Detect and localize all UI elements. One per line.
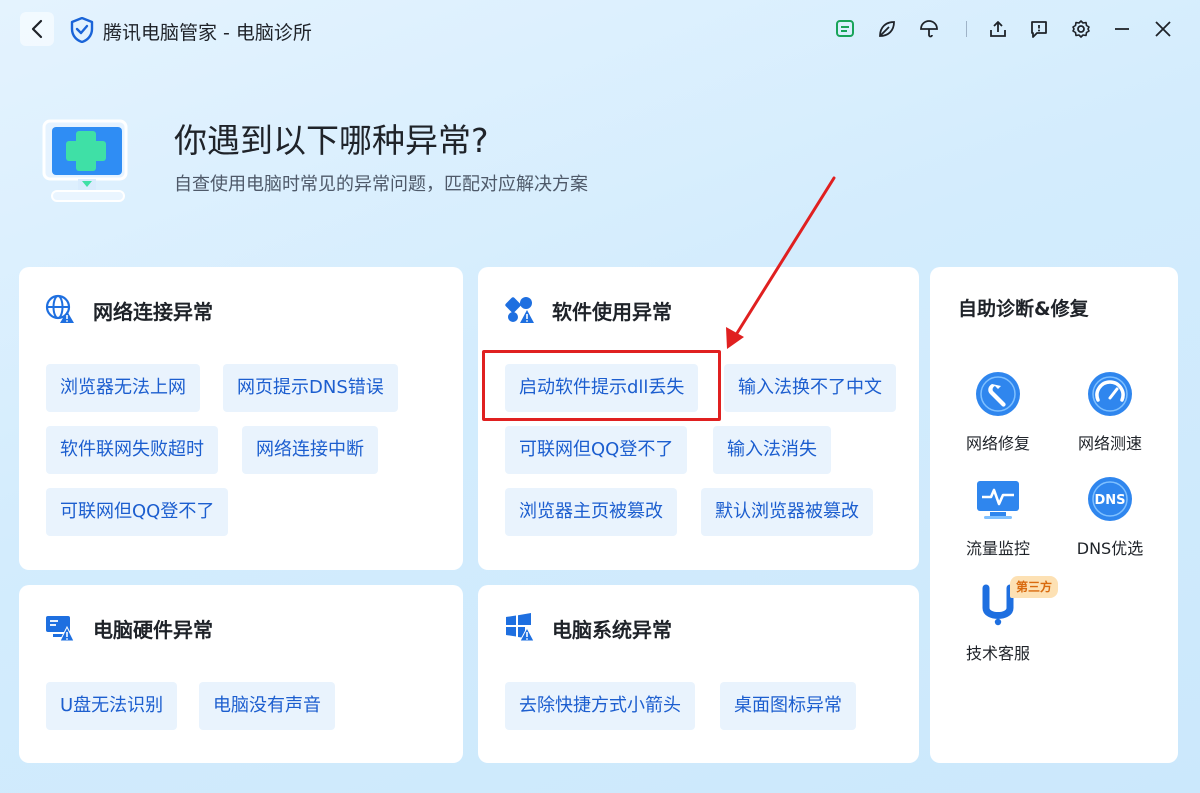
- dns-globe-icon: DNS: [1088, 477, 1132, 521]
- issue-chip[interactable]: 可联网但QQ登不了: [46, 488, 229, 536]
- software-apps-icon: [505, 297, 534, 323]
- share-button[interactable]: [986, 17, 1010, 41]
- umbrella-icon: [920, 20, 938, 38]
- network-repair-icon: [976, 372, 1020, 416]
- tool-label: 技术客服: [965, 644, 1030, 663]
- issue-chip[interactable]: 可联网但QQ登不了: [505, 426, 688, 474]
- issue-chip[interactable]: 默认浏览器被篡改: [701, 488, 873, 536]
- settings-button[interactable]: [1069, 17, 1093, 41]
- window-title: 腾讯电脑管家 - 电脑诊所: [103, 22, 312, 44]
- issue-chip[interactable]: 浏览器主页被篡改: [505, 488, 677, 536]
- shield-logo-icon: [70, 17, 94, 43]
- issue-chip[interactable]: U盘无法识别: [46, 682, 178, 730]
- report-icon: [1031, 21, 1047, 38]
- hero-title: 你遇到以下哪种异常?: [174, 121, 489, 160]
- computer-clinic-illustration: [42, 119, 128, 202]
- tool-network-repair[interactable]: 网络修复: [948, 370, 1048, 454]
- issue-chip[interactable]: 浏览器无法上网: [46, 364, 200, 412]
- issue-chip[interactable]: 网络连接中断: [242, 426, 378, 474]
- network-section-title: 网络连接异常: [93, 300, 213, 324]
- back-button[interactable]: [20, 12, 54, 46]
- title-bar-divider: [966, 21, 967, 37]
- annotation-highlight-box: [482, 350, 721, 421]
- skin-leaf-icon: [879, 21, 895, 37]
- title-bar: 腾讯电脑管家 - 电脑诊所: [0, 0, 1200, 58]
- skin-button[interactable]: [875, 17, 899, 41]
- speedometer-icon: [1088, 372, 1132, 416]
- network-globe-icon: [45, 294, 74, 323]
- settings-gear-icon: [1072, 20, 1090, 38]
- close-button[interactable]: [1151, 17, 1175, 41]
- issue-chip[interactable]: 输入法换不了中文: [724, 364, 896, 412]
- minimize-icon: [1115, 28, 1129, 30]
- issue-chip[interactable]: 去除快捷方式小箭头: [505, 682, 695, 730]
- tool-traffic-monitor[interactable]: 流量监控: [948, 475, 1048, 559]
- protection-button[interactable]: [917, 17, 941, 41]
- traffic-monitor-icon: [977, 481, 1019, 519]
- hero-subtitle: 自查使用电脑时常见的异常问题，匹配对应解决方案: [174, 174, 588, 195]
- close-icon: [1155, 21, 1171, 37]
- tool-speed-test[interactable]: 网络测速: [1060, 370, 1160, 454]
- report-button[interactable]: [1027, 17, 1051, 41]
- tool-label: 网络修复: [965, 434, 1030, 453]
- system-issues-card: [478, 585, 919, 763]
- system-section-title: 电脑系统异常: [552, 618, 672, 642]
- hardware-section-title: 电脑硬件异常: [93, 618, 213, 642]
- issue-chip[interactable]: 电脑没有声音: [199, 682, 335, 730]
- third-party-badge: 第三方: [1010, 576, 1059, 598]
- tool-label: DNS优选: [1076, 539, 1144, 558]
- issue-chip[interactable]: 输入法消失: [713, 426, 831, 474]
- tool-dns-optimize[interactable]: DNS DNS优选: [1060, 475, 1160, 559]
- software-section-title: 软件使用异常: [552, 300, 672, 324]
- tool-label: 流量监控: [965, 539, 1030, 558]
- chevron-left-icon: [31, 19, 43, 39]
- hardware-issues-card: [19, 585, 463, 763]
- issue-chip[interactable]: 桌面图标异常: [720, 682, 856, 730]
- feedback-icon: [836, 20, 854, 37]
- share-icon: [990, 21, 1006, 37]
- windows-system-icon: [506, 613, 535, 642]
- minimize-button[interactable]: [1110, 17, 1134, 41]
- issue-chip[interactable]: 软件联网失败超时: [46, 426, 218, 474]
- feedback-button[interactable]: [833, 17, 857, 41]
- hardware-monitor-icon: [46, 616, 75, 642]
- tool-label: 网络测速: [1077, 434, 1142, 453]
- self-help-title: 自助诊断&修复: [958, 298, 1089, 320]
- dns-icon-text: DNS: [1094, 493, 1125, 508]
- issue-chip[interactable]: 网页提示DNS错误: [223, 364, 398, 412]
